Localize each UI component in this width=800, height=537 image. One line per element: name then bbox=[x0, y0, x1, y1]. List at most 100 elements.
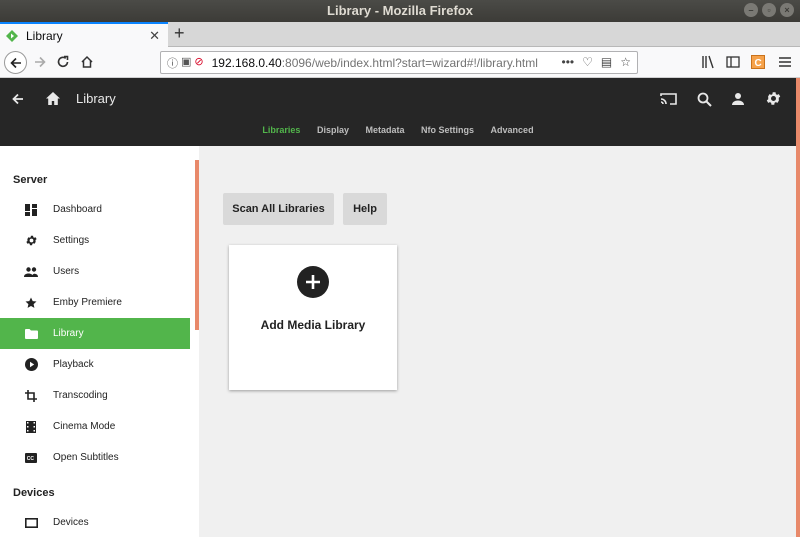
gear-icon bbox=[24, 234, 38, 248]
sidebar-item-cinema-mode[interactable]: Cinema Mode bbox=[0, 411, 190, 442]
sidebar-item-label: Playback bbox=[53, 359, 94, 370]
back-arrow-icon bbox=[12, 93, 23, 105]
reload-icon bbox=[57, 55, 69, 68]
star-icon bbox=[24, 296, 38, 310]
menu-button[interactable] bbox=[777, 54, 793, 70]
tab-metadata[interactable]: Metadata bbox=[366, 125, 405, 135]
svg-text:C: C bbox=[755, 58, 762, 69]
gear-icon bbox=[766, 91, 780, 105]
header-back-button[interactable] bbox=[8, 89, 28, 109]
emby-favicon-icon bbox=[6, 29, 18, 42]
sidebar-item-open-subtitles[interactable]: CC Open Subtitles bbox=[0, 442, 190, 473]
crop-icon bbox=[24, 389, 38, 403]
cast-button[interactable] bbox=[658, 89, 678, 109]
sidebar-item-label: Transcoding bbox=[53, 390, 108, 401]
settings-tabs: Libraries Display Metadata Nfo Settings … bbox=[0, 125, 796, 135]
app-header: Library Libraries Display Metadata Nfo S… bbox=[0, 78, 796, 146]
window-titlebar: Library - Mozilla Firefox – ▫ × bbox=[0, 0, 800, 22]
sidebar-item-label: Dashboard bbox=[53, 204, 102, 215]
url-bar[interactable]: ⓘ ▣ ⊘ 192.168.0.40:8096/web/index.html?s… bbox=[160, 51, 638, 74]
add-media-library-card[interactable]: Add Media Library bbox=[229, 245, 397, 390]
main-content: Scan All Libraries Help Add Media Librar… bbox=[199, 146, 796, 537]
sidebar-item-dashboard[interactable]: Dashboard bbox=[0, 194, 190, 225]
closed-captions-icon: CC bbox=[24, 451, 38, 465]
folder-icon bbox=[24, 327, 38, 341]
library-icon bbox=[702, 55, 714, 69]
tab-libraries[interactable]: Libraries bbox=[262, 125, 300, 135]
sidebar-icon bbox=[726, 56, 740, 68]
tab-title: Library bbox=[26, 28, 63, 43]
page-actions-button[interactable]: ••• bbox=[562, 55, 575, 69]
scan-all-libraries-button[interactable]: Scan All Libraries bbox=[223, 193, 334, 225]
cast-icon bbox=[659, 93, 677, 105]
url-host: 192.168.0.40 bbox=[211, 55, 282, 70]
permissions-icon[interactable]: ▣ bbox=[181, 55, 191, 71]
header-home-button[interactable] bbox=[43, 88, 63, 108]
maximize-button[interactable]: ▫ bbox=[762, 3, 776, 17]
back-button[interactable] bbox=[4, 51, 27, 74]
back-arrow-icon bbox=[9, 57, 21, 68]
sidebar-item-transcoding[interactable]: Transcoding bbox=[0, 380, 190, 411]
play-circle-icon bbox=[24, 358, 38, 372]
add-plus-icon bbox=[297, 266, 329, 298]
page-title: Library bbox=[76, 91, 116, 106]
window-controls: – ▫ × bbox=[744, 3, 794, 17]
sidebar-item-emby-premiere[interactable]: Emby Premiere bbox=[0, 287, 190, 318]
search-button[interactable] bbox=[694, 89, 714, 109]
tab-advanced[interactable]: Advanced bbox=[491, 125, 534, 135]
url-path: :8096/web/index.html?start=wizard#!/libr… bbox=[281, 55, 538, 70]
nav-toolbar: ⓘ ▣ ⊘ 192.168.0.40:8096/web/index.html?s… bbox=[0, 47, 800, 78]
users-icon bbox=[24, 265, 38, 279]
svg-text:CC: CC bbox=[27, 456, 35, 462]
home-icon bbox=[46, 91, 60, 105]
library-button[interactable] bbox=[701, 54, 717, 70]
browser-tab[interactable]: Library ✕ bbox=[0, 22, 168, 47]
sidebar-item-label: Settings bbox=[53, 235, 90, 246]
device-icon bbox=[24, 516, 38, 530]
sidebar-item-playback[interactable]: Playback bbox=[0, 349, 190, 380]
sidebar-item-label: Emby Premiere bbox=[53, 297, 122, 308]
bookmark-star-icon[interactable]: ☆ bbox=[620, 55, 631, 69]
settings-button[interactable] bbox=[763, 88, 783, 108]
tab-nfo-settings[interactable]: Nfo Settings bbox=[421, 125, 474, 135]
pocket-icon[interactable]: ♡ bbox=[582, 55, 593, 69]
sidebar-item-settings[interactable]: Settings bbox=[0, 225, 190, 256]
new-tab-button[interactable]: + bbox=[174, 23, 185, 44]
sidebar-item-users[interactable]: Users bbox=[0, 256, 190, 287]
close-window-button[interactable]: × bbox=[780, 3, 794, 17]
search-icon bbox=[697, 92, 712, 107]
url-actions: ••• ♡ ▤ ☆ bbox=[562, 55, 631, 69]
sidebar-toggle-button[interactable] bbox=[725, 54, 741, 70]
reader-view-icon[interactable]: ▤ bbox=[601, 55, 612, 69]
user-button[interactable] bbox=[728, 89, 748, 109]
sidebar-item-library[interactable]: Library bbox=[0, 318, 190, 349]
sidebar-item-devices[interactable]: Devices bbox=[0, 507, 190, 537]
info-icon[interactable]: ⓘ bbox=[167, 55, 178, 71]
help-button[interactable]: Help bbox=[343, 193, 387, 225]
tab-strip: Library ✕ + bbox=[0, 22, 800, 47]
window-title: Library - Mozilla Firefox bbox=[327, 3, 473, 18]
film-icon bbox=[24, 420, 38, 434]
home-button[interactable] bbox=[79, 54, 95, 70]
extension-button[interactable]: C bbox=[750, 54, 766, 70]
sidebar-header-server: Server bbox=[13, 174, 48, 186]
insecure-lock-icon[interactable]: ⊘ bbox=[194, 55, 203, 71]
sidebar-item-label: Users bbox=[53, 266, 80, 277]
sidebar-item-label: Devices bbox=[53, 517, 89, 528]
tab-display[interactable]: Display bbox=[317, 125, 349, 135]
minimize-button[interactable]: – bbox=[744, 3, 758, 17]
forward-arrow-icon bbox=[35, 56, 46, 68]
page-scrollbar[interactable] bbox=[796, 78, 800, 537]
user-icon bbox=[732, 93, 744, 105]
dashboard-icon bbox=[24, 203, 38, 217]
forward-button[interactable] bbox=[32, 54, 48, 70]
sidebar: Server Dashboard Settings Users Emby Pre… bbox=[0, 146, 199, 537]
tab-close-icon[interactable]: ✕ bbox=[149, 28, 160, 44]
add-media-library-label: Add Media Library bbox=[260, 318, 366, 332]
sidebar-item-label: Open Subtitles bbox=[53, 452, 119, 463]
sidebar-header-devices: Devices bbox=[13, 487, 55, 499]
url-text: 192.168.0.40:8096/web/index.html?start=w… bbox=[212, 56, 538, 70]
hamburger-menu-icon bbox=[779, 57, 791, 67]
reload-button[interactable] bbox=[55, 54, 71, 70]
url-security-icons: ⓘ ▣ ⊘ bbox=[161, 55, 204, 71]
